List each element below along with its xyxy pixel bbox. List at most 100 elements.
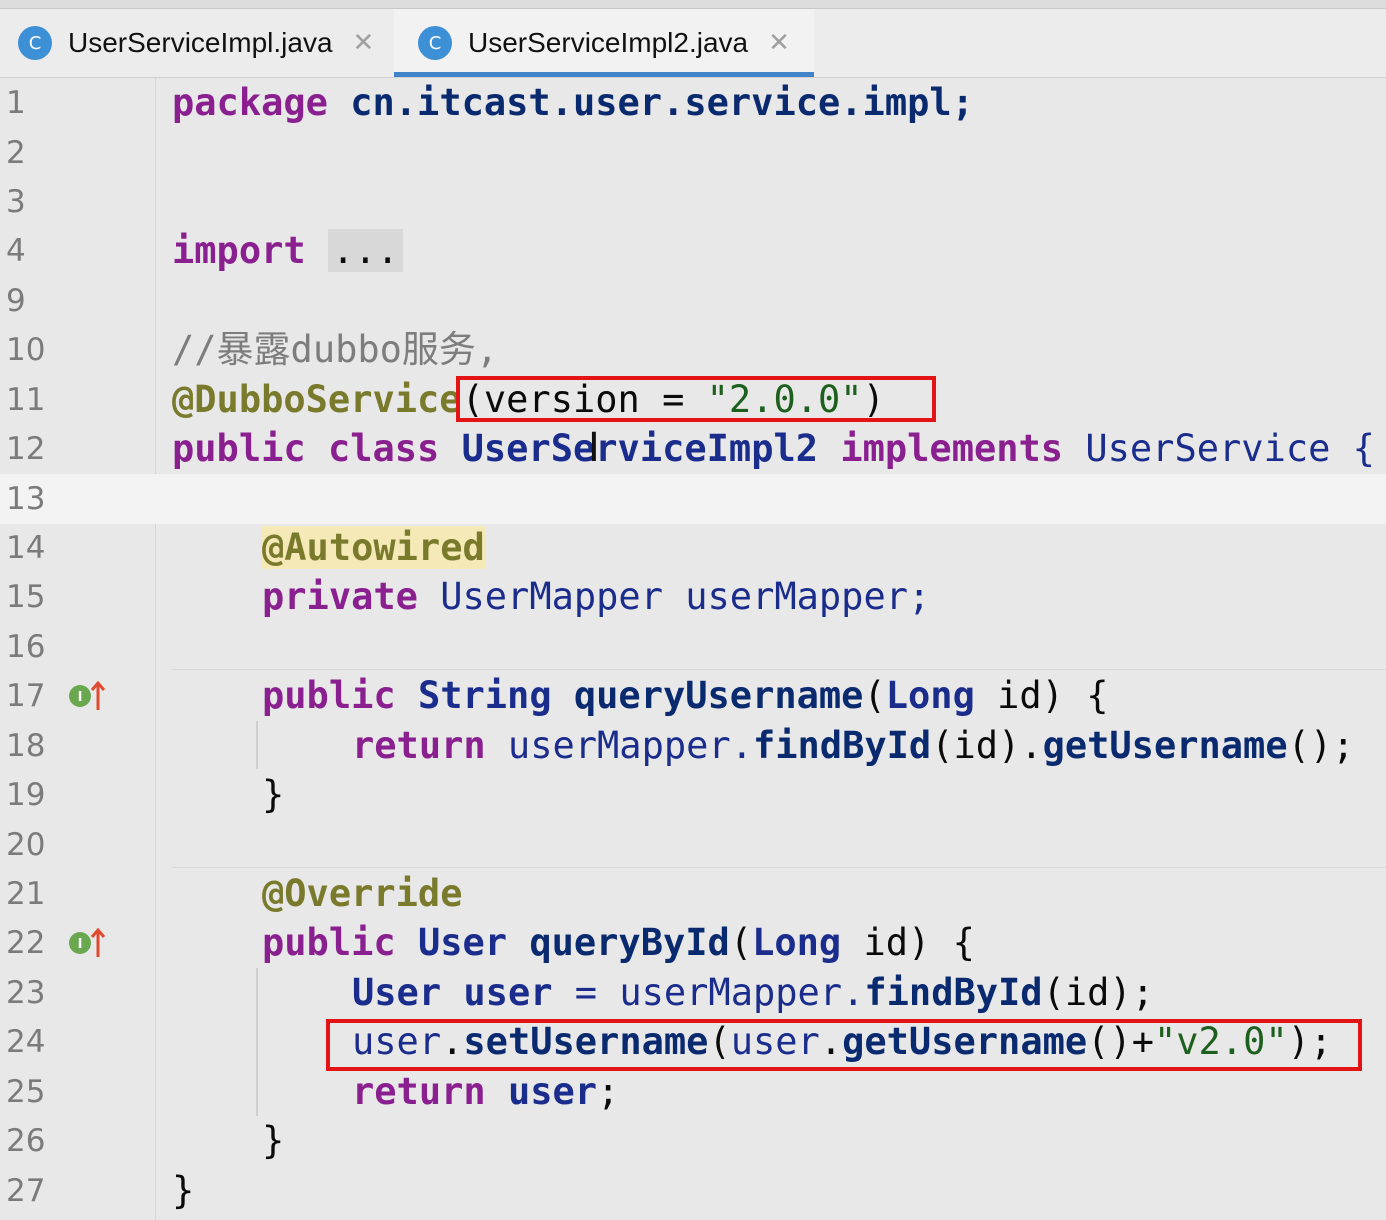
keyword: class <box>327 427 440 470</box>
type-name: User <box>352 971 442 1014</box>
line-number: 14 <box>6 530 46 566</box>
line-number: 18 <box>6 728 46 764</box>
java-class-icon: C <box>18 26 52 60</box>
code-line: 10 //暴露dubbo服务, <box>0 325 1386 375</box>
keyword: return <box>352 724 486 767</box>
code-text: ( <box>863 674 886 717</box>
line-number: 26 <box>6 1123 46 1159</box>
keyword: public <box>172 427 306 470</box>
code-text: (id). <box>931 724 1043 767</box>
line-number: 19 <box>6 777 46 813</box>
line-number: 12 <box>6 431 46 467</box>
class-name: UserServiceImpl2 <box>461 427 819 470</box>
indent-guide <box>256 968 258 1116</box>
line-number: 27 <box>6 1173 46 1209</box>
text-cursor-icon: I <box>588 425 600 471</box>
code-line: 19 } <box>0 770 1386 820</box>
keyword: public <box>262 921 396 964</box>
line-number: 16 <box>6 629 46 665</box>
line-number: 23 <box>6 975 46 1011</box>
code-line: 15 private UserMapper userMapper; <box>0 572 1386 622</box>
code-line: 18 return userMapper.findById(id).getUse… <box>0 721 1386 771</box>
closing-brace: } <box>262 1119 285 1162</box>
code-text: UserMapper userMapper; <box>417 575 931 618</box>
line-number: 17 <box>6 678 46 714</box>
type-name: User <box>417 921 508 964</box>
tab-userserviceimpl[interactable]: C UserServiceImpl.java ✕ <box>0 9 410 77</box>
keyword: import <box>172 229 306 272</box>
closing-brace: } <box>172 1169 195 1212</box>
line-number: 4 <box>6 233 26 269</box>
method-name: queryUsername <box>573 674 864 717</box>
line-number: 10 <box>6 332 46 368</box>
line-number: 2 <box>6 135 26 171</box>
method-call: findById <box>752 724 932 767</box>
code-text: id) { <box>841 921 975 964</box>
code-line: 23 User user = userMapper.findById(id); <box>0 968 1386 1018</box>
line-number: 24 <box>6 1024 46 1060</box>
line-number: 9 <box>6 283 26 319</box>
method-name: queryById <box>529 921 730 964</box>
annotation: @Override <box>262 872 463 915</box>
line-number: 3 <box>6 184 26 220</box>
type-name: Long <box>885 674 975 717</box>
code-line: 16 <box>0 622 1386 672</box>
method-separator <box>172 867 1386 868</box>
code-editor[interactable]: 1 package cn.itcast.user.service.impl; 2… <box>0 78 1386 1220</box>
keyword: package <box>172 81 328 124</box>
code-line: 22 I public User queryById(Long id) { <box>0 918 1386 968</box>
annotation: @DubboService <box>172 378 462 421</box>
line-number: 1 <box>6 85 26 121</box>
code-line: 21 @Override <box>0 869 1386 919</box>
line-number: 21 <box>6 876 46 912</box>
code-line: 9 <box>0 276 1386 326</box>
keyword: private <box>262 575 418 618</box>
closing-brace: } <box>262 773 285 816</box>
tab-label: UserServiceImpl.java <box>68 27 333 58</box>
code-text: (); <box>1287 724 1355 767</box>
implements-interface-icon[interactable]: I <box>68 927 108 959</box>
code-text: = userMapper. <box>552 971 865 1014</box>
annotation: @Autowired <box>262 526 485 569</box>
close-icon[interactable]: ✕ <box>768 28 790 58</box>
variable: user <box>507 1070 598 1113</box>
version-highlight-box <box>456 376 936 422</box>
line-number: 13 <box>6 481 46 517</box>
interface-name: UserService { <box>1085 427 1375 470</box>
code-line: 17 I public String queryUsername(Long id… <box>0 671 1386 721</box>
java-class-icon: C <box>418 26 452 60</box>
variable: user <box>463 971 553 1014</box>
code-line: 12 public class UserServiceImpl2 impleme… <box>0 424 1386 474</box>
folded-imports[interactable]: ... <box>327 229 403 272</box>
code-text: id) { <box>974 674 1109 717</box>
code-line: 14 @Autowired <box>0 523 1386 573</box>
code-line: 20 <box>0 820 1386 870</box>
code-line: 4 import ... <box>0 226 1386 276</box>
code-line: 25 return user; <box>0 1067 1386 1117</box>
keyword: implements <box>840 427 1064 470</box>
close-icon[interactable]: ✕ <box>353 28 375 58</box>
implements-interface-icon[interactable]: I <box>68 680 108 712</box>
window-top-border <box>0 0 1386 9</box>
code-text: userMapper. <box>485 724 753 767</box>
code-line-current: 13 <box>0 474 1386 524</box>
tab-userserviceimpl2[interactable]: C UserServiceImpl2.java ✕ <box>394 9 814 77</box>
svg-text:I: I <box>78 937 83 952</box>
line-number: 25 <box>6 1074 46 1110</box>
line-number: 22 <box>6 925 46 961</box>
code-line: 3 <box>0 177 1386 227</box>
method-call: getUsername <box>1042 724 1288 767</box>
line-number: 15 <box>6 579 46 615</box>
line-number: 20 <box>6 827 46 863</box>
type-name: Long <box>752 921 842 964</box>
code-line: 26 } <box>0 1116 1386 1166</box>
setusername-highlight-box <box>326 1019 1362 1071</box>
keyword: return <box>352 1070 486 1113</box>
code-line: 1 package cn.itcast.user.service.impl; <box>0 78 1386 128</box>
method-call: findById <box>864 971 1043 1014</box>
tab-label: UserServiceImpl2.java <box>468 27 749 58</box>
line-number: 11 <box>6 382 46 418</box>
package-name: cn.itcast.user.service.impl; <box>327 81 974 124</box>
editor-tab-bar: C UserServiceImpl.java ✕ C UserServiceIm… <box>0 9 1386 78</box>
code-text: ( <box>729 921 753 964</box>
